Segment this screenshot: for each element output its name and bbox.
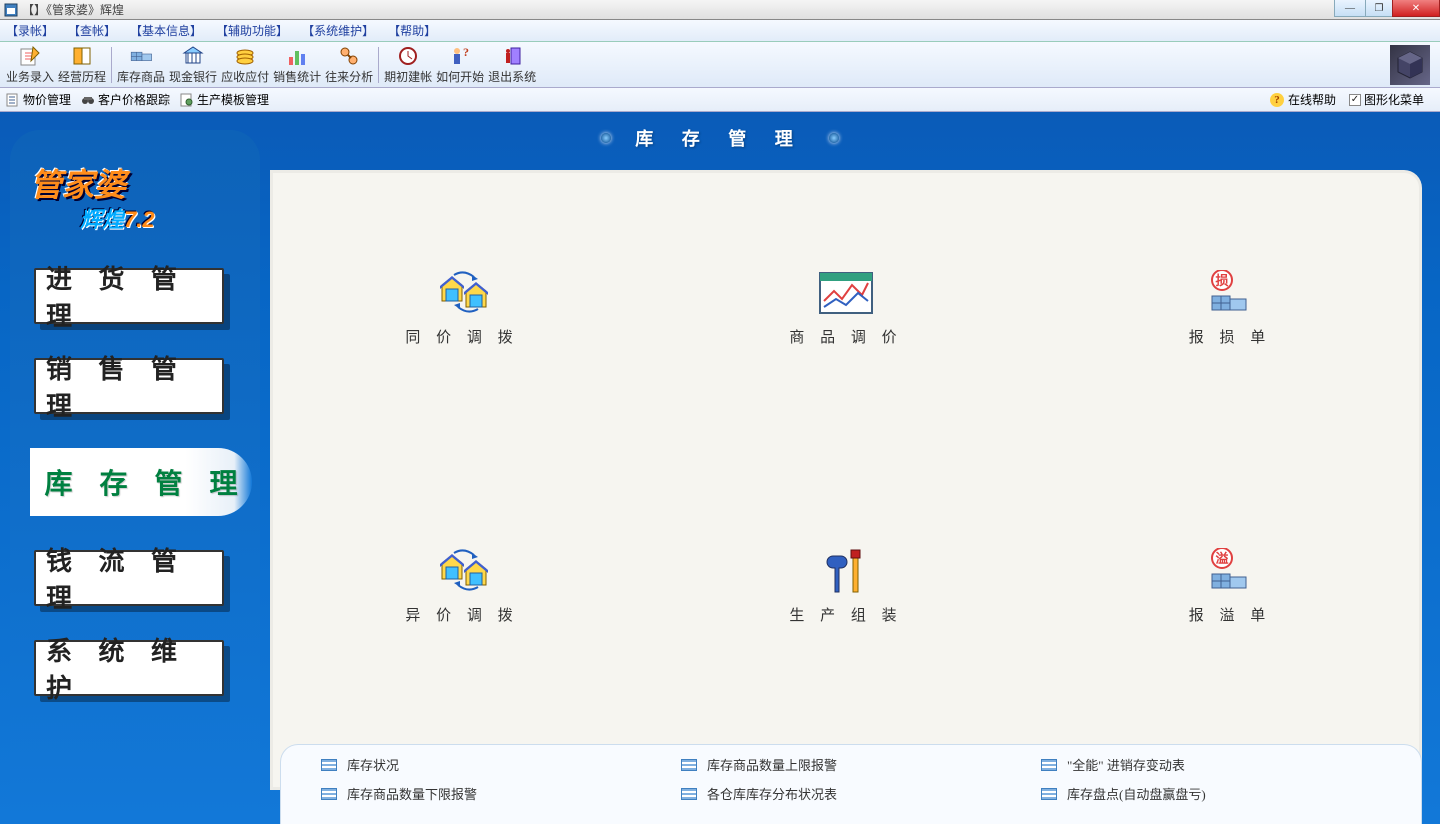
table-icon xyxy=(681,759,697,771)
tool-salestat[interactable]: 销售统计 xyxy=(273,43,321,87)
sec-price-track[interactable]: 客户价格跟踪 xyxy=(81,91,170,108)
tool-history[interactable]: 经营历程 xyxy=(58,43,106,87)
nav-cashflow[interactable]: 钱 流 管 理 xyxy=(34,550,224,606)
doc-icon xyxy=(6,93,20,107)
bank-icon xyxy=(182,45,204,67)
price-adjust-icon xyxy=(818,270,874,318)
tool-biz-entry[interactable]: 业务录入 xyxy=(6,43,54,87)
window-title: 【】《管家婆》辉煌 xyxy=(22,1,1436,18)
grid-price-adjust[interactable]: 商 品 调 价 xyxy=(654,170,1038,448)
clock-icon xyxy=(397,45,419,67)
table-icon xyxy=(321,759,337,771)
overflow-sheet-icon: 溢 xyxy=(1202,548,1258,596)
svg-text:损: 损 xyxy=(1215,273,1228,288)
book-icon xyxy=(71,45,93,67)
grid-overflow-sheet[interactable]: 溢 报 溢 单 xyxy=(1038,448,1422,726)
grid-loss-sheet[interactable]: 损 报 损 单 xyxy=(1038,170,1422,448)
sec-price-mgmt[interactable]: 物价管理 xyxy=(6,91,71,108)
pencil-icon xyxy=(19,45,41,67)
grid-diff-price-transfer[interactable]: 异 价 调 拨 xyxy=(270,448,654,726)
tool-exchange[interactable]: 往来分析 xyxy=(325,43,373,87)
menu-sysmaint[interactable]: 【系统维护】 xyxy=(302,22,374,39)
box-icon xyxy=(130,45,152,67)
nav-sysmaint[interactable]: 系 统 维 护 xyxy=(34,640,224,696)
table-icon xyxy=(1041,759,1057,771)
nav-sales[interactable]: 销 售 管 理 xyxy=(34,358,224,414)
loss-sheet-icon: 损 xyxy=(1202,270,1258,318)
tool-receivable[interactable]: 应收应付 xyxy=(221,43,269,87)
footer-stock-status[interactable]: 库存状况 xyxy=(321,755,661,774)
close-button[interactable]: ✕ xyxy=(1392,0,1440,17)
table-icon xyxy=(321,788,337,800)
nav-inventory[interactable]: 库 存 管 理 xyxy=(30,448,252,516)
footer-all-change[interactable]: "全能" 进销存变动表 xyxy=(1041,755,1381,774)
content-card: 同 价 调 拨 商 品 调 价 损 报 损 单 异 价 调 拨 xyxy=(270,170,1422,790)
help-icon: ? xyxy=(1270,93,1284,107)
cube-logo-icon xyxy=(1390,45,1430,85)
exit-icon xyxy=(501,45,523,67)
menu-assist[interactable]: 【辅助功能】 xyxy=(216,22,288,39)
grid-same-price-transfer[interactable]: 同 价 调 拨 xyxy=(270,170,654,448)
question-person-icon: ? xyxy=(449,45,471,67)
chart-icon xyxy=(286,45,308,67)
toolbar-sep xyxy=(111,47,112,83)
footer-stocktake[interactable]: 库存盘点(自动盘赢盘亏) xyxy=(1041,784,1381,803)
exchange-icon xyxy=(338,45,360,67)
transfer-diff-icon xyxy=(434,548,490,596)
main-area: 库 存 管 理 管家婆 辉煌7.2 进 货 管 理 销 售 管 理 库 存 管 … xyxy=(0,112,1440,824)
footer-distribution[interactable]: 各仓库库存分布状况表 xyxy=(681,784,1021,803)
footer-upper-alarm[interactable]: 库存商品数量上限报警 xyxy=(681,755,1021,774)
checkbox-icon: ✓ xyxy=(1349,94,1361,106)
menu-basic[interactable]: 【基本信息】 xyxy=(130,22,202,39)
nav-purchase[interactable]: 进 货 管 理 xyxy=(34,268,224,324)
assembly-icon xyxy=(818,548,874,596)
sidebar: 管家婆 辉煌7.2 进 货 管 理 销 售 管 理 库 存 管 理 钱 流 管 … xyxy=(10,130,260,824)
grid-assembly[interactable]: 生 产 组 装 xyxy=(654,448,1038,726)
menu-query[interactable]: 【查帐】 xyxy=(68,22,116,39)
secondary-toolbar: 物价管理 客户价格跟踪 生产模板管理 ? 在线帮助 ✓ 图形化菜单 xyxy=(0,88,1440,112)
menu-bar: 【录帐】 【查帐】 【基本信息】 【辅助功能】 【系统维护】 【帮助】 xyxy=(0,20,1440,42)
main-toolbar: 业务录入 经营历程 库存商品 现金银行 应收应付 销售统计 往来分析 期初建帐 … xyxy=(0,42,1440,88)
graphic-menu-toggle[interactable]: ✓ 图形化菜单 xyxy=(1346,91,1424,108)
page-title: 库 存 管 理 xyxy=(577,125,863,151)
sec-template-mgmt[interactable]: 生产模板管理 xyxy=(180,91,269,108)
coins-icon xyxy=(234,45,256,67)
transfer-same-icon xyxy=(434,270,490,318)
tool-cash[interactable]: 现金银行 xyxy=(169,43,217,87)
binoculars-icon xyxy=(81,93,95,107)
tool-exit[interactable]: 退出系统 xyxy=(488,43,536,87)
gear-doc-icon xyxy=(180,93,194,107)
tool-howto[interactable]: ?如何开始 xyxy=(436,43,484,87)
brand-logo: 管家婆 辉煌7.2 xyxy=(30,160,250,250)
svg-text:?: ? xyxy=(463,45,469,59)
menu-record[interactable]: 【录帐】 xyxy=(6,22,54,39)
footer-lower-alarm[interactable]: 库存商品数量下限报警 xyxy=(321,784,661,803)
toolbar-sep xyxy=(378,47,379,83)
footer-reports: 库存状况 库存商品数量上限报警 "全能" 进销存变动表 库存商品数量下限报警 各… xyxy=(280,744,1422,824)
maximize-button[interactable]: ❐ xyxy=(1365,0,1393,17)
title-bar: 【】《管家婆》辉煌 — ❐ ✕ xyxy=(0,0,1440,20)
table-icon xyxy=(1041,788,1057,800)
app-icon xyxy=(4,3,18,17)
tool-initial[interactable]: 期初建帐 xyxy=(384,43,432,87)
table-icon xyxy=(681,788,697,800)
tool-stock[interactable]: 库存商品 xyxy=(117,43,165,87)
menu-help[interactable]: 【帮助】 xyxy=(388,22,436,39)
online-help-link[interactable]: ? 在线帮助 xyxy=(1270,91,1336,108)
minimize-button[interactable]: — xyxy=(1334,0,1366,17)
svg-text:溢: 溢 xyxy=(1215,551,1228,566)
